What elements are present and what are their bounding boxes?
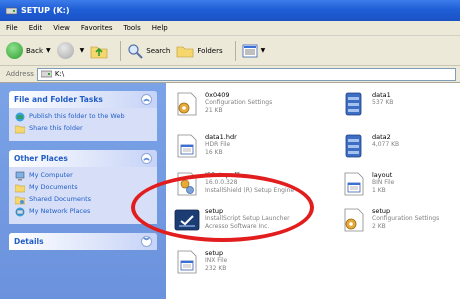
panel-title: Other Places bbox=[14, 154, 68, 163]
file-folder-tasks-panel: File and Folder Tasks ︽ Publish this fol… bbox=[9, 91, 157, 141]
chevron-down-icon[interactable]: ▼ bbox=[80, 47, 85, 54]
file-name: 0x0409 bbox=[205, 91, 230, 99]
file-item[interactable]: 0x0409 Configuration Settings 21 KB bbox=[174, 91, 272, 117]
cab-icon bbox=[345, 92, 362, 116]
collapse-icon[interactable]: ︽ bbox=[141, 153, 152, 164]
menu-bar: File Edit View Favorites Tools Help bbox=[0, 21, 460, 36]
menu-file[interactable]: File bbox=[6, 24, 18, 32]
title-bar: SETUP (K:) bbox=[0, 0, 460, 21]
folder-icon bbox=[15, 184, 25, 193]
file-name: data1.hdr bbox=[205, 133, 237, 141]
file-name: setup bbox=[372, 207, 391, 215]
details-panel: Details ︾ bbox=[9, 233, 157, 250]
file-item[interactable]: data2 4,077 KB bbox=[341, 133, 399, 159]
address-value: K:\ bbox=[54, 70, 65, 78]
forward-arrow-icon bbox=[56, 42, 74, 59]
menu-tools[interactable]: Tools bbox=[124, 24, 141, 32]
back-arrow-icon bbox=[6, 42, 23, 59]
toolbar-divider bbox=[234, 40, 236, 61]
file-type: BIN File bbox=[372, 179, 395, 186]
toolbar-divider bbox=[120, 40, 122, 61]
views-button[interactable]: ▼ bbox=[242, 44, 266, 58]
file-name: setup bbox=[205, 249, 224, 257]
address-label: Address bbox=[6, 70, 34, 78]
file-size: 232 KB bbox=[205, 265, 227, 272]
highlight-circle bbox=[131, 173, 314, 242]
back-label: Back bbox=[26, 46, 43, 55]
publish-web-link[interactable]: Publish this folder to the Web bbox=[15, 112, 151, 122]
my-computer-label: My Computer bbox=[29, 171, 73, 179]
file-name: layout bbox=[372, 171, 393, 179]
file-type: Configuration Settings bbox=[205, 99, 273, 106]
address-field[interactable]: K:\ bbox=[36, 67, 456, 81]
panel-header[interactable]: Details ︾ bbox=[9, 233, 157, 250]
share-folder-link[interactable]: Share this folder bbox=[15, 124, 151, 134]
panel-header[interactable]: Other Places ︽ bbox=[9, 150, 157, 167]
up-folder-button[interactable] bbox=[90, 43, 108, 59]
back-button[interactable]: Back ▼ bbox=[6, 42, 51, 59]
my-documents-label: My Documents bbox=[29, 183, 78, 191]
address-bar: Address K:\ bbox=[0, 66, 460, 83]
file-size: 21 KB bbox=[205, 107, 223, 114]
drive-icon bbox=[40, 70, 52, 77]
my-computer-link[interactable]: My Computer bbox=[15, 171, 151, 181]
toolbar: Back ▼ ▼ Search Folders ▼ bbox=[0, 36, 460, 66]
file-size: 16 KB bbox=[205, 149, 223, 156]
window-title: SETUP (K:) bbox=[21, 6, 70, 15]
views-icon bbox=[242, 44, 257, 57]
up-folder-icon bbox=[90, 46, 108, 58]
file-size: 537 KB bbox=[372, 99, 394, 106]
panel-title: Details bbox=[14, 237, 44, 246]
file-item[interactable]: setup INX File 232 KB bbox=[174, 249, 227, 275]
menu-favorites[interactable]: Favorites bbox=[81, 24, 113, 32]
file-size: 1 KB bbox=[372, 187, 386, 194]
menu-edit[interactable]: Edit bbox=[29, 24, 43, 32]
folders-label: Folders bbox=[197, 46, 223, 55]
file-type: Configuration Settings bbox=[372, 215, 440, 222]
search-icon bbox=[128, 43, 143, 59]
cab-icon bbox=[345, 134, 362, 158]
expand-icon[interactable]: ︾ bbox=[141, 236, 152, 247]
search-button[interactable]: Search bbox=[127, 43, 170, 59]
folders-button[interactable]: Folders bbox=[176, 44, 223, 58]
file-item[interactable]: data1.hdr HDR File 16 KB bbox=[174, 133, 237, 159]
panel-header[interactable]: File and Folder Tasks ︽ bbox=[9, 91, 157, 108]
shared-folder-icon bbox=[15, 196, 25, 205]
generic-file-icon bbox=[344, 172, 364, 196]
chevron-down-icon[interactable]: ▼ bbox=[261, 47, 266, 54]
panel-title: File and Folder Tasks bbox=[14, 95, 103, 104]
forward-button[interactable]: ▼ bbox=[56, 42, 85, 59]
generic-file-icon bbox=[177, 250, 197, 274]
config-icon bbox=[177, 92, 197, 116]
chevron-down-icon[interactable]: ▼ bbox=[46, 47, 51, 54]
file-size: 2 KB bbox=[372, 223, 386, 230]
my-documents-link[interactable]: My Documents bbox=[15, 183, 151, 193]
file-name: data1 bbox=[372, 91, 391, 99]
publish-web-label: Publish this folder to the Web bbox=[29, 112, 125, 120]
network-icon bbox=[15, 207, 25, 217]
my-network-places-label: My Network Places bbox=[29, 207, 91, 215]
file-name: data2 bbox=[372, 133, 391, 141]
computer-icon bbox=[15, 171, 25, 181]
file-size: 4,077 KB bbox=[372, 141, 400, 148]
drive-icon bbox=[6, 7, 17, 14]
generic-file-icon bbox=[177, 134, 197, 158]
shared-documents-label: Shared Documents bbox=[29, 195, 92, 203]
file-item[interactable]: data1 537 KB bbox=[341, 91, 393, 117]
config-icon bbox=[344, 208, 364, 232]
globe-icon bbox=[15, 112, 25, 122]
collapse-icon[interactable]: ︽ bbox=[141, 94, 152, 105]
share-folder-icon bbox=[15, 125, 25, 134]
file-type: INX File bbox=[205, 257, 228, 264]
share-folder-label: Share this folder bbox=[29, 124, 83, 132]
folders-icon bbox=[177, 46, 194, 57]
file-type: HDR File bbox=[205, 141, 231, 148]
menu-help[interactable]: Help bbox=[152, 24, 168, 32]
menu-view[interactable]: View bbox=[53, 24, 70, 32]
search-label: Search bbox=[146, 46, 171, 55]
file-item[interactable]: layout BIN File 1 KB bbox=[341, 171, 394, 197]
file-item[interactable]: setup Configuration Settings 2 KB bbox=[341, 207, 439, 233]
